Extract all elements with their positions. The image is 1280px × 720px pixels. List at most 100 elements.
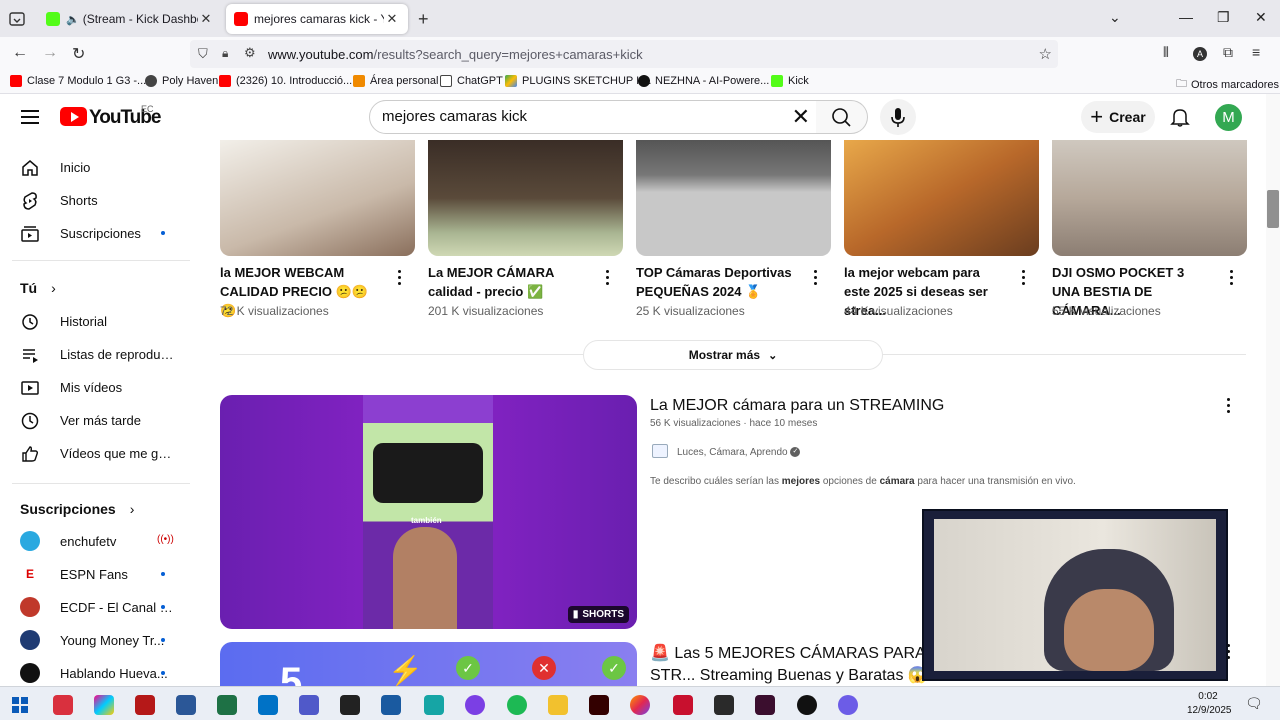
voice-search-button[interactable] bbox=[880, 99, 916, 135]
back-button[interactable]: ← bbox=[12, 44, 28, 62]
tab-list-icon[interactable] bbox=[6, 8, 28, 30]
hamburger-menu-icon[interactable] bbox=[21, 110, 39, 124]
list-all-tabs-icon[interactable]: ⌄ bbox=[1109, 9, 1121, 26]
app-icon[interactable] bbox=[135, 695, 155, 715]
teams-icon[interactable] bbox=[299, 695, 319, 715]
close-tab-icon[interactable]: ✕ bbox=[198, 11, 214, 27]
close-tab-icon[interactable]: ✕ bbox=[384, 11, 400, 27]
more-options-icon[interactable] bbox=[1022, 270, 1026, 288]
system-clock[interactable]: 0:02 12/9/2025 bbox=[1187, 690, 1232, 718]
more-options-icon[interactable] bbox=[1227, 398, 1231, 416]
other-bookmarks[interactable]: 🗀 Otros marcadores bbox=[1176, 75, 1279, 94]
app-icon[interactable] bbox=[714, 695, 734, 715]
video-thumbnail[interactable] bbox=[220, 140, 415, 256]
sidebar-heading-tu[interactable]: Tú › bbox=[20, 280, 56, 296]
sidebar-heading-suscripciones[interactable]: Suscripciones › bbox=[20, 501, 134, 517]
sidebar-item-liked-videos[interactable]: Vídeos que me gus... bbox=[0, 437, 190, 470]
page-scrollbar[interactable] bbox=[1266, 94, 1280, 686]
sidebar-item-playlists[interactable]: Listas de reproducc... bbox=[0, 338, 190, 371]
app-icon[interactable] bbox=[838, 695, 858, 715]
scrollbar-thumb[interactable] bbox=[1267, 190, 1279, 228]
outlook-icon[interactable] bbox=[258, 695, 278, 715]
3dsmax-icon[interactable] bbox=[424, 695, 444, 715]
bookmark-item[interactable]: (2326) 10. Introducció... bbox=[219, 75, 352, 87]
app-icon[interactable] bbox=[53, 695, 73, 715]
sidebar-item-inicio[interactable]: Inicio bbox=[0, 151, 190, 184]
bookmark-item[interactable]: Poly Haven bbox=[145, 75, 218, 87]
forward-button[interactable]: → bbox=[42, 44, 58, 62]
sidebar-channel[interactable]: ECDF - El Canal d... bbox=[0, 591, 190, 624]
app-icon[interactable] bbox=[340, 695, 360, 715]
video-thumbnail[interactable] bbox=[844, 140, 1039, 256]
sidebar-item-suscripciones[interactable]: Suscripciones bbox=[0, 217, 190, 250]
word-icon[interactable] bbox=[176, 695, 196, 715]
url-bar[interactable]: ⛉ 🔒︎ ⚙ www.youtube.com/results?search_qu… bbox=[190, 40, 1058, 68]
more-options-icon[interactable] bbox=[398, 270, 402, 288]
sketchup-icon[interactable] bbox=[381, 695, 401, 715]
lock-icon[interactable]: 🔒︎ bbox=[222, 46, 228, 61]
video-title[interactable]: TOP Cámaras Deportivas PEQUEÑAS 2024 🏅 bbox=[636, 263, 796, 301]
video-title[interactable]: La MEJOR CÁMARA calidad - precio ✅ bbox=[428, 263, 588, 301]
extensions-icon[interactable]: ⧉ bbox=[1223, 44, 1233, 61]
shield-icon[interactable]: ⛉ bbox=[198, 46, 208, 62]
notifications-icon[interactable]: 🗨 bbox=[1245, 695, 1263, 712]
app-icon[interactable] bbox=[755, 695, 775, 715]
minimize-button[interactable]: — bbox=[1179, 9, 1193, 25]
video-title[interactable]: 🚨 Las 5 MEJORES CÁMARAS PARA STR... Stre… bbox=[650, 643, 930, 686]
bookmark-item[interactable]: ChatGPT bbox=[440, 75, 503, 87]
tab-youtube[interactable]: mejores camaras kick - YouTube ✕ bbox=[226, 4, 408, 34]
spotify-icon[interactable] bbox=[507, 695, 527, 715]
video-thumbnail[interactable] bbox=[636, 140, 831, 256]
video-thumbnail[interactable]: también ▮ SHORTS bbox=[220, 395, 637, 629]
sidebar-channel[interactable]: enchufetv ((•)) bbox=[0, 525, 190, 558]
video-thumbnail[interactable] bbox=[428, 140, 623, 256]
app-icon[interactable] bbox=[94, 695, 114, 715]
obs-icon[interactable] bbox=[797, 695, 817, 715]
avatar[interactable]: M bbox=[1215, 104, 1242, 131]
menu-icon[interactable]: ≡ bbox=[1252, 44, 1260, 60]
account-icon[interactable]: A bbox=[1193, 47, 1207, 61]
tab-kick-dashboard[interactable]: 🔈 (Stream - Kick Dashboard ✕ bbox=[38, 4, 222, 34]
windows-start-icon[interactable] bbox=[10, 695, 30, 715]
bookmark-item[interactable]: NEZHNA - AI-Powere... bbox=[638, 75, 769, 87]
sidebar-channel[interactable]: Hablando Hueva... bbox=[0, 657, 190, 686]
sidebar-item-mis-videos[interactable]: Mis vídeos bbox=[0, 371, 190, 404]
bookmark-item[interactable]: Clase 7 Modulo 1 G3 -... bbox=[10, 75, 146, 87]
bookmark-star-icon[interactable]: ☆ bbox=[1039, 45, 1052, 63]
restore-button[interactable]: ❐ bbox=[1217, 9, 1230, 26]
sidebar-channel[interactable]: E ESPN Fans bbox=[0, 558, 190, 591]
more-options-icon[interactable] bbox=[1230, 270, 1234, 288]
more-options-icon[interactable] bbox=[814, 270, 818, 288]
sidebar-channel[interactable]: Young Money Tr... bbox=[0, 624, 190, 657]
search-input[interactable] bbox=[382, 108, 772, 125]
notifications-bell-icon[interactable] bbox=[1169, 106, 1191, 133]
youtube-logo-icon[interactable] bbox=[60, 107, 87, 126]
bookmark-item[interactable]: Área personal bbox=[353, 75, 439, 87]
app-icon[interactable] bbox=[465, 695, 485, 715]
channel-avatar[interactable] bbox=[652, 444, 668, 458]
show-more-button[interactable]: Mostrar más ⌄ bbox=[583, 340, 883, 370]
video-thumbnail[interactable] bbox=[1052, 140, 1247, 256]
reload-button[interactable]: ↻ bbox=[72, 44, 85, 64]
sidebar-item-ver-mas-tarde[interactable]: Ver más tarde bbox=[0, 404, 190, 437]
video-title[interactable]: La MEJOR cámara para un STREAMING bbox=[650, 397, 944, 415]
create-button[interactable]: + Crear bbox=[1081, 101, 1155, 133]
sidebar-item-shorts[interactable]: Shorts bbox=[0, 184, 190, 217]
search-box[interactable]: ✕ bbox=[369, 100, 817, 134]
bookmark-item[interactable]: PLUGINS SKETCHUP I ... bbox=[505, 75, 651, 87]
video-thumbnail[interactable]: 5 ⚡ ✓ ✕ ✓ bbox=[220, 642, 637, 686]
permissions-icon[interactable]: ⚙ bbox=[244, 45, 256, 61]
autocad-icon[interactable] bbox=[673, 695, 693, 715]
new-tab-button[interactable]: + bbox=[418, 9, 429, 30]
file-explorer-icon[interactable] bbox=[548, 695, 568, 715]
excel-icon[interactable] bbox=[217, 695, 237, 715]
firefox-icon[interactable] bbox=[630, 695, 650, 715]
close-window-button[interactable]: ✕ bbox=[1255, 9, 1267, 26]
search-button[interactable] bbox=[816, 100, 868, 134]
bookmark-item[interactable]: Kick bbox=[771, 75, 809, 87]
sidebar-item-historial[interactable]: Historial bbox=[0, 305, 190, 338]
illustrator-icon[interactable] bbox=[589, 695, 609, 715]
channel-name[interactable]: Luces, Cámara, Aprendo ✓ bbox=[677, 447, 801, 458]
more-options-icon[interactable] bbox=[606, 270, 610, 288]
clear-search-icon[interactable]: ✕ bbox=[792, 104, 810, 130]
